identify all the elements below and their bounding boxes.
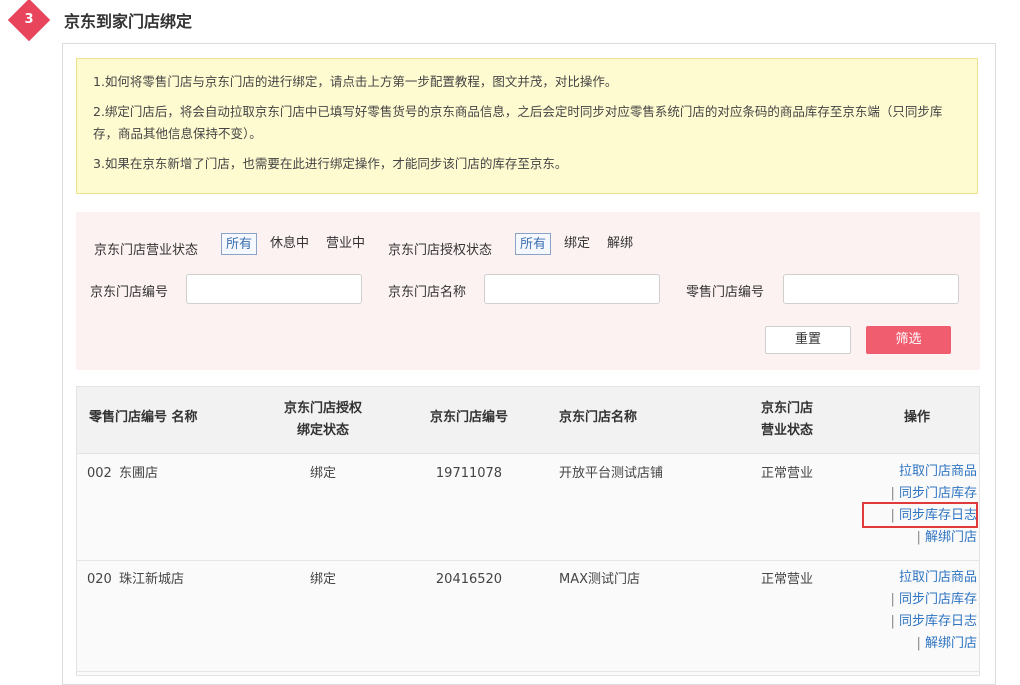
business-status-resting[interactable]: 休息中: [266, 233, 313, 255]
retail-store-no: 002: [87, 466, 112, 481]
table-row: 020 珠江新城店 绑定 20416520 MAX测试门店 正常营业 拉取门店商…: [77, 561, 979, 672]
sync-stock-link[interactable]: | 同步门店库存: [857, 589, 977, 611]
notice-line-2: 2.绑定门店后，将会自动拉取京东门店中已填写好零售货号的京东商品信息，之后会定时…: [93, 104, 943, 141]
sync-stock-label: 同步门店库存: [898, 486, 977, 501]
notice-line-3: 3.如果在京东新增了门店，也需要在此进行绑定操作，才能同步该门店的库存至京东。: [93, 156, 568, 171]
highlight-box: [862, 502, 978, 528]
unbind-store-label: 解绑门店: [924, 636, 977, 651]
separator: |: [916, 530, 921, 545]
jd-store-no-cell: 20416520: [435, 572, 503, 587]
auth-status-cell: 绑定: [309, 466, 336, 481]
business-status-label: 京东门店营业状态: [94, 243, 199, 258]
separator: |: [890, 592, 895, 607]
th-retail-store: 零售门店编号 名称: [89, 410, 198, 425]
th-jd-store-no: 京东门店编号: [429, 410, 508, 425]
unbind-store-label: 解绑门店: [924, 530, 977, 545]
business-status-cell: 正常营业: [760, 572, 813, 587]
reset-button[interactable]: 重置: [765, 326, 851, 354]
business-status-all[interactable]: 所有: [221, 233, 258, 255]
jd-store-no-label: 京东门店编号: [90, 285, 169, 300]
notice-line-1: 1.如何将零售门店与京东门店的进行绑定，请点击上方第一步配置教程，图文并茂，对比…: [93, 74, 618, 89]
business-status-open[interactable]: 营业中: [322, 233, 369, 255]
notice-box: 1.如何将零售门店与京东门店的进行绑定，请点击上方第一步配置教程，图文并茂，对比…: [76, 58, 978, 194]
th-jd-store-name: 京东门店名称: [559, 410, 638, 425]
auth-status-all[interactable]: 所有: [515, 233, 552, 255]
pull-goods-label: 拉取门店商品: [898, 464, 977, 479]
business-status-cell: 正常营业: [760, 466, 813, 481]
unbind-store-link[interactable]: | 解绑门店: [857, 527, 977, 549]
jd-store-name-label: 京东门店名称: [388, 285, 467, 300]
jd-store-no-input[interactable]: [186, 274, 362, 304]
auth-status-cell: 绑定: [309, 572, 336, 587]
auth-status-bound[interactable]: 绑定: [560, 233, 594, 255]
page-title: 京东到家门店绑定: [64, 12, 193, 31]
jd-store-name-cell: 开放平台测试店铺: [559, 466, 664, 481]
table-row: 002 东圃店 绑定 19711078 开放平台测试店铺 正常营业 拉取门店商品…: [77, 454, 979, 561]
th-auth-status-line1: 京东门店授权: [283, 401, 362, 416]
auth-status-label: 京东门店授权状态: [388, 243, 493, 258]
unbind-store-link[interactable]: | 解绑门店: [857, 633, 977, 655]
separator: |: [916, 636, 921, 651]
sync-stock-label: 同步门店库存: [898, 592, 977, 607]
pull-goods-label: 拉取门店商品: [898, 570, 977, 585]
retail-store-no: 020: [87, 572, 112, 587]
retail-store-no-label: 零售门店编号: [686, 285, 765, 300]
retail-store-no-input[interactable]: [783, 274, 959, 304]
filter-panel: 京东门店营业状态 所有 休息中 营业中 京东门店授权状态 所有 绑定 解绑 京东…: [76, 212, 980, 370]
step-number: 3: [24, 12, 34, 27]
table-header: 零售门店编号 名称 京东门店授权 绑定状态 京东门店编号 京东门店名称 京东门店…: [77, 387, 979, 454]
jd-store-no-cell: 19711078: [435, 466, 503, 481]
pull-goods-link[interactable]: 拉取门店商品: [857, 461, 977, 483]
row-operations: 拉取门店商品 | 同步门店库存 | 同步库存日志 | 解绑门店: [857, 567, 977, 655]
jd-store-name-cell: MAX测试门店: [559, 572, 641, 587]
jd-store-name-input[interactable]: [484, 274, 660, 304]
store-binding-table: 零售门店编号 名称 京东门店授权 绑定状态 京东门店编号 京东门店名称 京东门店…: [76, 386, 980, 676]
th-auth-status-line2: 绑定状态: [296, 423, 349, 438]
th-business-status-line1: 京东门店: [760, 401, 813, 416]
sync-log-label: 同步库存日志: [898, 614, 977, 629]
th-operations: 操作: [903, 410, 930, 425]
th-auth-status: 京东门店授权 绑定状态: [273, 398, 373, 442]
retail-store-name: 东圃店: [119, 466, 159, 481]
filter-button[interactable]: 筛选: [866, 326, 951, 354]
th-business-status-line2: 营业状态: [760, 423, 813, 438]
sync-log-link[interactable]: | 同步库存日志: [857, 611, 977, 633]
separator: |: [890, 614, 895, 629]
th-business-status: 京东门店 营业状态: [747, 398, 827, 442]
auth-status-unbound[interactable]: 解绑: [603, 233, 637, 255]
separator: |: [890, 486, 895, 501]
pull-goods-link[interactable]: 拉取门店商品: [857, 567, 977, 589]
retail-store-name: 珠江新城店: [119, 572, 185, 587]
